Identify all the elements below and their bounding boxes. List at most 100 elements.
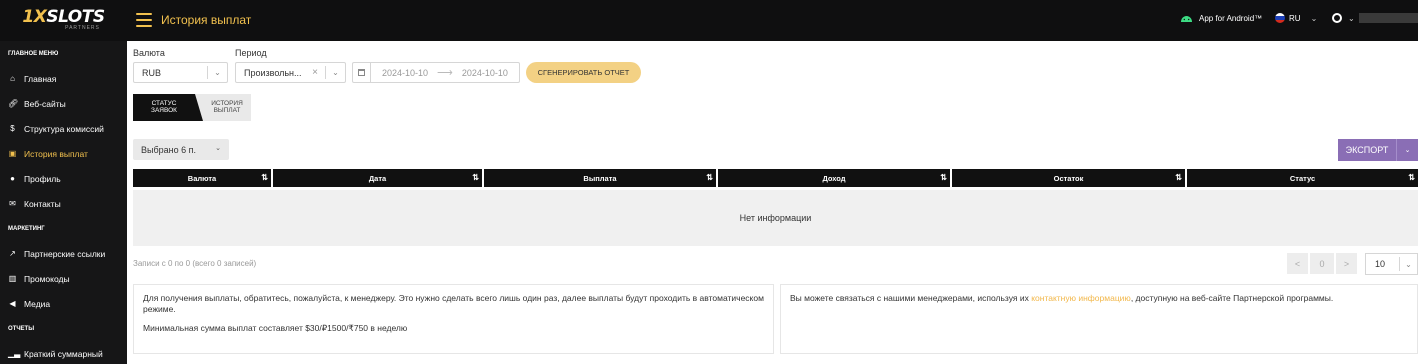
selected-columns-dropdown[interactable]: Выбрано 6 п. ⌄ — [133, 139, 229, 160]
chevron-down-icon: ⌄ — [215, 145, 221, 152]
contact-text-end: , доступную на веб-сайте Партнерской про… — [1130, 293, 1334, 303]
top-header: 1XSLOTS PARTNERS История выплат App for … — [0, 0, 1418, 41]
column-label: Статус — [1289, 173, 1316, 183]
sidebar-item-home[interactable]: ⌂ Главная — [0, 66, 127, 91]
column-header-currency[interactable]: Валюта ⇅ — [133, 169, 273, 187]
column-header-status[interactable]: Статус ⇅ — [1187, 169, 1418, 187]
column-label: Валюта — [187, 173, 217, 183]
contact-info-card: Вы можете связаться с нашими менеджерами… — [780, 284, 1418, 354]
sort-icon: ⇅ — [1175, 173, 1182, 182]
tab-label-line: ВЫПЛАТ — [213, 107, 241, 114]
chevron-down-icon[interactable]: ⌄ — [1397, 146, 1418, 154]
next-page-button[interactable]: > — [1336, 253, 1357, 274]
column-header-payout[interactable]: Выплата ⇅ — [484, 169, 718, 187]
currency-select[interactable]: RUB ⌄ — [133, 62, 228, 83]
export-label: ЭКСПОРТ — [1345, 145, 1389, 155]
currency-value: RUB — [142, 67, 162, 78]
column-label: Остаток — [1053, 173, 1084, 183]
sidebar-item-media[interactable]: ◀ Медиа — [0, 291, 127, 316]
language-selector[interactable]: RU ⌄ — [1275, 13, 1317, 23]
minimum-payout-text: Минимальная сумма выплат составляет $30/… — [143, 323, 408, 333]
brand-logo[interactable]: 1XSLOTS PARTNERS — [0, 0, 127, 41]
barcode-icon: ▥ — [8, 273, 17, 283]
menu-toggle-icon[interactable] — [136, 13, 152, 27]
clear-icon[interactable]: × — [312, 67, 318, 78]
tab-request-status[interactable]: СТАТУС ЗАЯВОК — [133, 94, 203, 121]
payout-info-card: Для получения выплаты, обратитесь, пожал… — [133, 284, 774, 354]
period-label: Период — [235, 48, 267, 58]
pagination: < 0 > — [1287, 253, 1357, 274]
date-range-picker[interactable]: 2024-10-10 ⟶ 2024-10-10 — [352, 62, 520, 83]
sidebar-item-label: Главная — [24, 73, 57, 84]
sidebar-item-contacts[interactable]: ✉ Контакты — [0, 191, 127, 216]
records-info: Записи с 0 по 0 (всего 0 записей) — [133, 259, 257, 268]
android-app-link[interactable]: App for Android™ — [1180, 14, 1262, 23]
chevron-down-icon: ⌄ — [1310, 13, 1318, 23]
contact-text-start: Вы можете связаться с нашими менеджерами… — [790, 293, 1032, 303]
sidebar-item-profile[interactable]: ● Профиль — [0, 166, 127, 191]
column-label: Дата — [368, 173, 387, 183]
sidebar-item-partner-links[interactable]: ↗ Партнерские ссылки — [0, 241, 127, 266]
sidebar-item-promocodes[interactable]: ▥ Промокоды — [0, 266, 127, 291]
tab-label-line: СТАТУС — [151, 100, 177, 107]
calendar-icon — [353, 63, 371, 82]
chevron-down-icon: ⌄ — [1399, 257, 1417, 271]
envelope-icon: ✉ — [9, 198, 16, 208]
language-code: RU — [1289, 13, 1301, 23]
table-header: Валюта ⇅ Дата ⇅ Выплата ⇅ Доход ⇅ Остаток ⇅ С… — [133, 169, 1418, 187]
contact-info-text: Вы можете связаться с нашими менеджерами… — [790, 293, 1408, 304]
date-from[interactable]: 2024-10-10 — [382, 68, 428, 78]
sidebar-item-label: Профиль — [24, 173, 61, 184]
selected-columns-label: Выбрано 6 п. — [141, 144, 196, 155]
view-tabs: СТАТУС ЗАЯВОК ИСТОРИЯ ВЫПЛАТ — [133, 94, 251, 121]
contact-info-link[interactable]: контактную информацию — [1031, 293, 1131, 303]
payout-info-text: Для получения выплаты, обратитесь, пожал… — [143, 293, 764, 314]
sidebar-section-reports: ОТЧЕТЫ — [8, 325, 35, 332]
user-icon: ● — [10, 173, 15, 183]
column-label: Выплата — [583, 173, 617, 183]
sidebar-section-main: ГЛАВНОЕ МЕНЮ — [8, 50, 59, 57]
column-label: Доход — [822, 173, 846, 183]
sidebar-item-label: История выплат — [24, 148, 88, 159]
redacted-username — [1358, 13, 1418, 23]
sidebar-item-summary-report[interactable]: ▁▃ Краткий суммарный — [0, 341, 127, 364]
period-value: Произвольн... — [244, 67, 302, 78]
column-header-income[interactable]: Доход ⇅ — [718, 169, 952, 187]
sidebar: ГЛАВНОЕ МЕНЮ ⌂ Главная 🔗︎ Веб-сайты $ Струк… — [0, 41, 127, 364]
arrow-right-icon: ⟶ — [437, 67, 453, 79]
page-size-select[interactable]: 10 ⌄ — [1365, 253, 1418, 275]
chart-icon: ▁▃ — [8, 348, 21, 358]
page-size-value: 10 — [1375, 259, 1386, 269]
user-icon — [1332, 13, 1342, 23]
user-menu[interactable]: ⌄ — [1332, 13, 1418, 23]
sidebar-item-label: Промокоды — [24, 273, 70, 284]
sidebar-item-websites[interactable]: 🔗︎ Веб-сайты — [0, 91, 127, 116]
wallet-icon: ▣ — [8, 148, 17, 158]
megaphone-icon: ◀ — [9, 298, 16, 308]
sidebar-item-label: Краткий суммарный — [24, 348, 103, 359]
generate-report-button[interactable]: СГЕНЕРИРОВАТЬ ОТЧЕТ — [526, 62, 641, 83]
russia-flag-icon — [1275, 13, 1285, 23]
sidebar-item-commission[interactable]: $ Структура комиссий — [0, 116, 127, 141]
link-icon: 🔗︎ — [8, 98, 19, 108]
column-header-balance[interactable]: Остаток ⇅ — [952, 169, 1187, 187]
export-button[interactable]: ЭКСПОРТ ⌄ — [1338, 139, 1418, 161]
sidebar-item-payout-history[interactable]: ▣ История выплат — [0, 141, 127, 166]
date-to[interactable]: 2024-10-10 — [462, 68, 508, 78]
sidebar-section-marketing: МАРКЕТИНГ — [8, 225, 45, 232]
logo-subtitle: PARTNERS — [65, 24, 100, 31]
column-header-date[interactable]: Дата ⇅ — [273, 169, 484, 187]
tab-payout-history[interactable]: ИСТОРИЯ ВЫПЛАТ — [203, 94, 251, 121]
table-empty-state: Нет информации — [133, 190, 1418, 246]
android-label: App for Android™ — [1199, 14, 1263, 23]
prev-page-button[interactable]: < — [1287, 253, 1308, 274]
chevron-down-icon: ⌄ — [325, 66, 345, 79]
sort-icon: ⇅ — [261, 173, 268, 182]
currency-label: Валюта — [133, 48, 165, 58]
sidebar-item-label: Структура комиссий — [24, 123, 104, 134]
period-select[interactable]: Произвольн... × ⌄ — [235, 62, 346, 83]
sort-icon: ⇅ — [1408, 173, 1415, 182]
dollar-icon: $ — [10, 123, 15, 133]
current-page[interactable]: 0 — [1310, 253, 1334, 274]
chevron-down-icon: ⌄ — [1348, 13, 1355, 23]
